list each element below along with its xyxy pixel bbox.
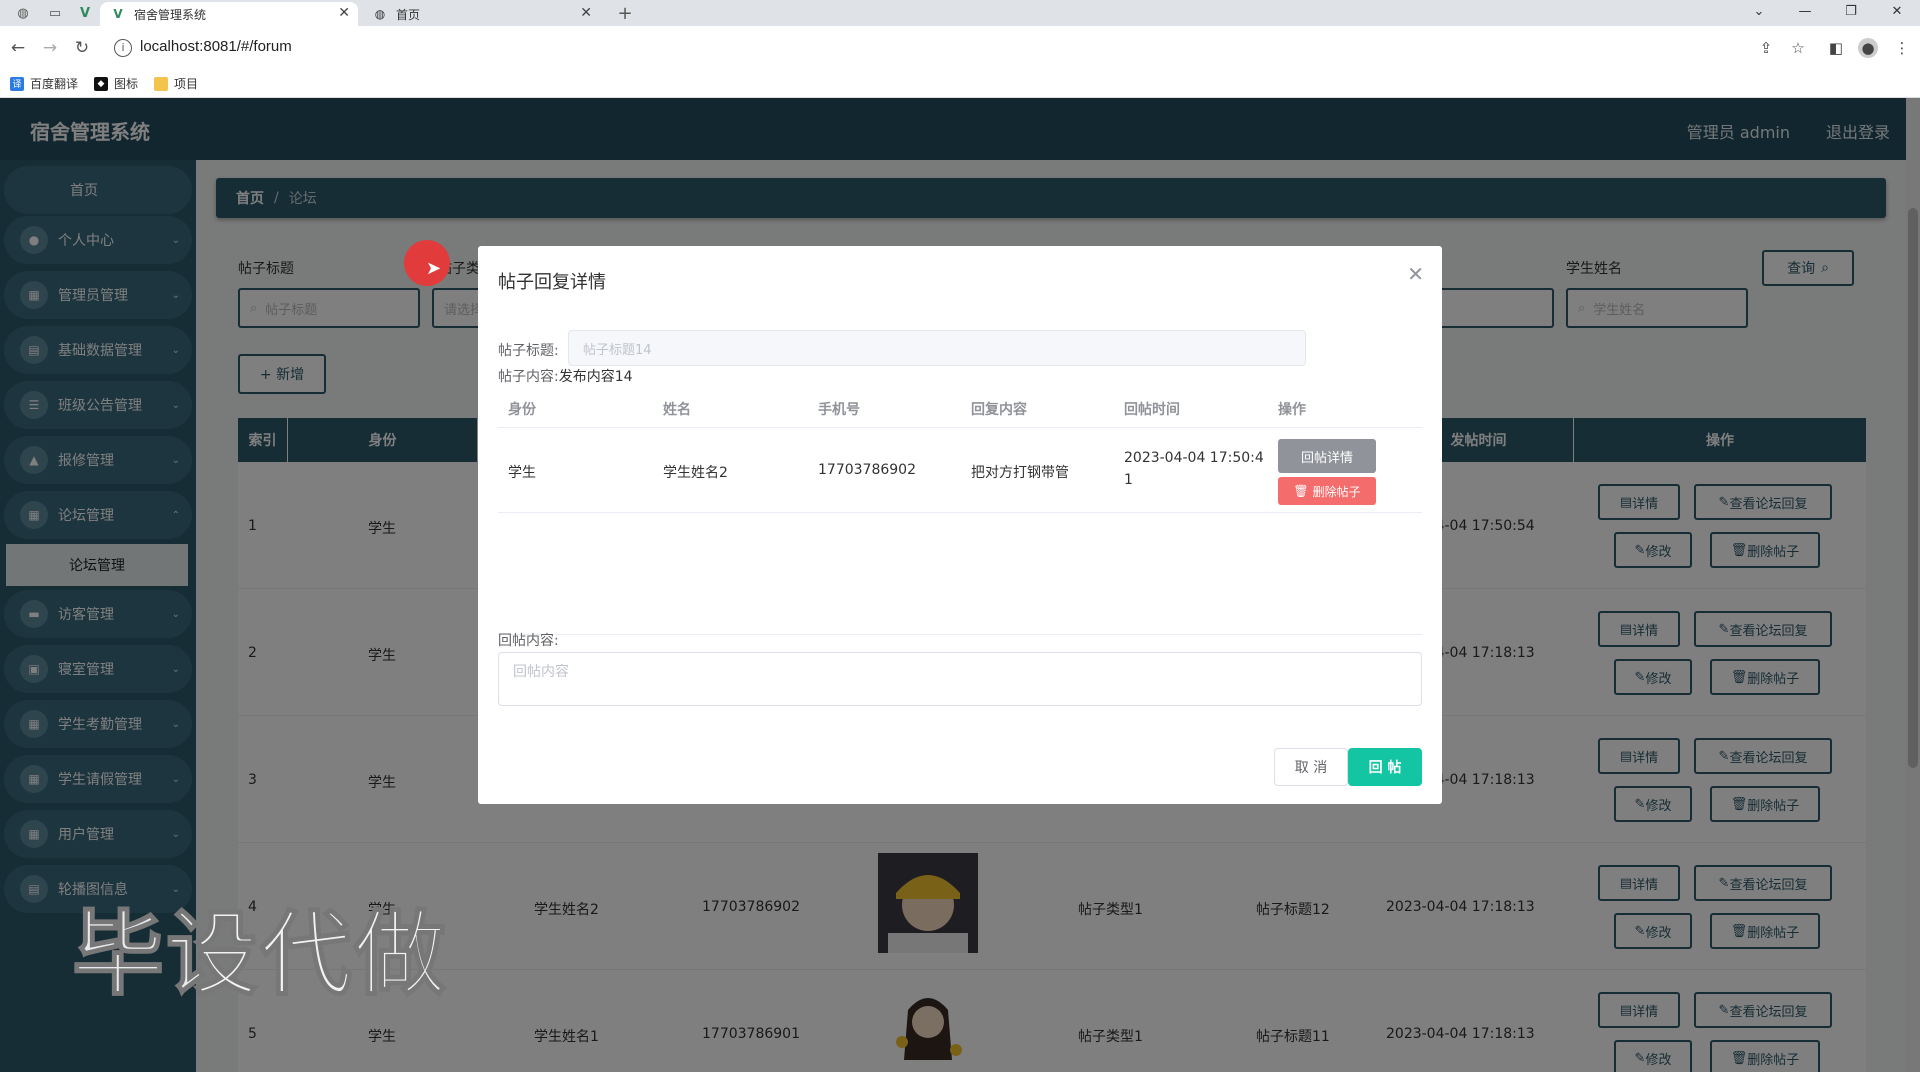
- close-icon[interactable]: ✕: [1407, 262, 1424, 286]
- reply-detail-dialog: 帖子回复详情 ✕ 帖子标题: 帖子标题14 帖子内容:发布内容14 身份 姓名 …: [478, 246, 1442, 804]
- reply-phone: 17703786902: [818, 462, 916, 478]
- col-time: 回帖时间: [1124, 402, 1180, 418]
- menu-kebab-icon[interactable]: ⋮: [1892, 38, 1912, 58]
- post-content-label: 帖子内容:: [498, 369, 559, 385]
- new-tab-icon[interactable]: +: [614, 3, 636, 24]
- post-content-value: 发布内容14: [558, 369, 633, 385]
- browser-tab-bar: ◍ ▭ V V 宿舍管理系统 ✕ ◍ 首页 ✕ + ⌄ — ❐ ✕: [0, 0, 1920, 26]
- reply-input-label: 回帖内容:: [498, 633, 559, 649]
- bookmarks-bar: 译百度翻译 ◆ 图标 项目: [0, 70, 1920, 98]
- post-title-value: 帖子标题14: [583, 342, 652, 358]
- sidepanel-icon[interactable]: ◧: [1826, 38, 1846, 58]
- icon-site-icon: ◆: [94, 76, 109, 91]
- close-window-icon[interactable]: ✕: [1874, 0, 1920, 26]
- btn-label: 取 消: [1294, 760, 1328, 776]
- tab-home[interactable]: ◍ 首页 ✕: [362, 2, 600, 26]
- reply-textarea[interactable]: 回帖内容: [498, 652, 1422, 706]
- reply-delete-button[interactable]: 🗑 删除帖子: [1278, 477, 1376, 505]
- bookmark-star-icon[interactable]: ☆: [1788, 38, 1808, 58]
- dialog-title: 帖子回复详情: [498, 272, 606, 293]
- bookmark-baidu-translate[interactable]: 译百度翻译: [10, 75, 78, 92]
- table-divider: [498, 512, 1422, 513]
- url-field[interactable]: localhost:8081/#/forum: [140, 38, 292, 55]
- globe-icon: ◍: [374, 7, 386, 21]
- back-icon[interactable]: ←: [8, 38, 28, 58]
- bookmark-label: 图标: [114, 77, 139, 91]
- reply-content: 把对方打钢带管: [971, 465, 1069, 481]
- col-content: 回复内容: [971, 402, 1027, 418]
- tab-dormitory-system[interactable]: V 宿舍管理系统 ✕: [100, 2, 358, 26]
- site-info-icon[interactable]: i: [114, 39, 132, 57]
- btn-label: 删除帖子: [1312, 484, 1361, 499]
- reply-role: 学生: [508, 465, 536, 481]
- post-title-label: 帖子标题:: [498, 343, 559, 359]
- tab-label: 首页: [396, 7, 421, 22]
- tab-label: 宿舍管理系统: [134, 7, 207, 22]
- reload-icon[interactable]: ↻: [72, 38, 92, 58]
- window-controls: ⌄ — ❐ ✕: [1736, 0, 1920, 26]
- reply-placeholder: 回帖内容: [513, 664, 569, 680]
- trash-icon: 🗑: [1293, 484, 1309, 498]
- col-actions: 操作: [1278, 402, 1306, 418]
- tab-search-icon[interactable]: ⌄: [1736, 0, 1782, 26]
- close-tab-icon[interactable]: ✕: [580, 5, 592, 21]
- minimize-icon[interactable]: —: [1782, 0, 1828, 26]
- folder-icon: [154, 76, 169, 91]
- profile-globe-icon[interactable]: ◍: [12, 4, 34, 22]
- close-tab-icon[interactable]: ✕: [338, 5, 350, 21]
- col-phone: 手机号: [818, 402, 860, 418]
- post-title-field: 帖子标题14: [568, 330, 1306, 366]
- submit-reply-button[interactable]: 回 帖: [1348, 748, 1422, 786]
- bookmark-project[interactable]: 项目: [154, 75, 198, 92]
- bookmark-icons[interactable]: ◆ 图标: [94, 75, 138, 92]
- bookmark-label: 百度翻译: [30, 77, 79, 91]
- table-divider: [498, 427, 1422, 428]
- vue-logo-icon: V: [113, 7, 123, 21]
- address-bar-row: ← → ↻ i localhost:8081/#/forum ⇪ ☆ ◧ ● ⋮: [0, 26, 1920, 70]
- cancel-button[interactable]: 取 消: [1274, 748, 1348, 786]
- btn-label: 回帖详情: [1300, 450, 1353, 466]
- reply-name: 学生姓名2: [663, 465, 728, 481]
- reply-time-line2: 1: [1124, 472, 1133, 488]
- vue-tab-icon[interactable]: V: [74, 4, 96, 22]
- forward-icon[interactable]: →: [40, 38, 60, 58]
- col-name: 姓名: [663, 402, 691, 418]
- mouse-cursor-icon: ➤: [426, 258, 442, 279]
- btn-label: 回 帖: [1368, 760, 1402, 776]
- blank-tab-icon[interactable]: ▭: [44, 4, 66, 22]
- table-divider: [498, 634, 1422, 635]
- reply-detail-button[interactable]: 回帖详情: [1278, 439, 1376, 473]
- bookmark-label: 项目: [174, 77, 199, 91]
- profile-avatar-icon[interactable]: ●: [1858, 38, 1878, 58]
- restore-icon[interactable]: ❐: [1828, 0, 1874, 26]
- translate-icon: 译: [10, 76, 24, 91]
- watermark-text: 毕设代做: [71, 900, 449, 1009]
- reply-time-line1: 2023-04-04 17:50:4: [1124, 450, 1264, 466]
- share-icon[interactable]: ⇪: [1756, 38, 1776, 58]
- post-content-row: 帖子内容:发布内容14: [498, 366, 633, 386]
- col-role: 身份: [508, 402, 536, 418]
